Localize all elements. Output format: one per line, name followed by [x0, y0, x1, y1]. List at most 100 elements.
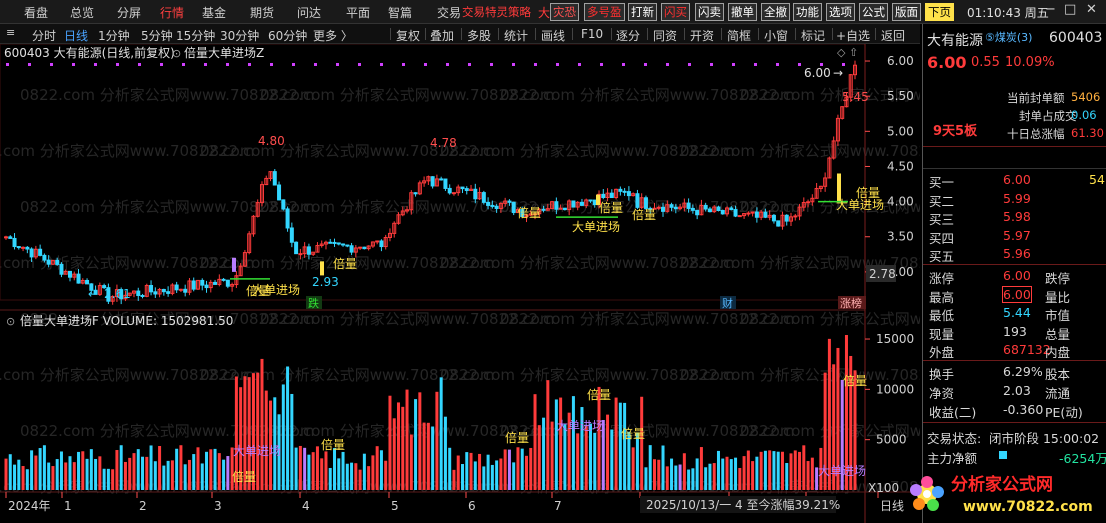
volume-bar	[98, 456, 102, 490]
tool-chedan[interactable]: 撤单	[728, 3, 757, 21]
menu-kanpan[interactable]: 看盘	[24, 4, 48, 21]
volume-bar	[584, 426, 588, 490]
order-book-row[interactable]: 买三 5.98	[923, 209, 1106, 227]
close-icon[interactable]: ✕	[1086, 2, 1097, 17]
volume-bar	[699, 447, 703, 490]
volume-bar	[661, 445, 665, 490]
menu-wenda[interactable]: 问达	[297, 4, 321, 21]
tag-die[interactable]: 跌	[308, 296, 319, 310]
tool-gongneng[interactable]: 功能	[793, 3, 822, 21]
period-60min[interactable]: 60分钟	[268, 27, 307, 44]
period-more[interactable]: 更多 〉	[313, 27, 353, 44]
order-book-row[interactable]: 买一 6.00 54	[923, 172, 1106, 190]
volume-bar	[542, 417, 546, 490]
period-5min[interactable]: 5分钟	[141, 27, 173, 44]
tool-duohaoying[interactable]: 多号盈	[584, 3, 625, 21]
menu-jiaoyi[interactable]: 交易	[437, 4, 461, 21]
period-15min[interactable]: 15分钟	[176, 27, 215, 44]
volume-bar	[618, 402, 622, 490]
tool-xuanxiang[interactable]: 选项	[826, 3, 855, 21]
menu-zhipian[interactable]: 智篇	[388, 4, 412, 21]
volume-bar	[414, 399, 418, 490]
menu-pingmian[interactable]: 平面	[346, 4, 370, 21]
indicator-toggle-icon[interactable]: ⊙	[172, 47, 181, 60]
chart-nav-icon[interactable]: ◇ ⇧	[837, 46, 858, 59]
tag-cai[interactable]: 财	[722, 296, 733, 310]
order-book-row[interactable]: 买四 5.97	[923, 228, 1106, 246]
tool-banmian[interactable]: 版面	[892, 3, 921, 21]
menu-qihuo[interactable]: 期货	[250, 4, 274, 21]
signal-dadan-3: 大单进场	[836, 198, 884, 212]
marker-dot	[666, 63, 669, 66]
last-price: 6.00	[927, 53, 967, 72]
candle-body	[85, 279, 90, 285]
minimize-icon[interactable]: −	[1045, 2, 1056, 17]
btn-jiankuang[interactable]: 简框	[727, 27, 751, 44]
order-book-row[interactable]: 买五 5.96	[923, 246, 1106, 264]
candle-body	[332, 241, 337, 244]
candle-body	[272, 171, 277, 186]
period-30min[interactable]: 30分钟	[220, 27, 259, 44]
tool-shanmai-buy[interactable]: 闪买	[661, 3, 690, 21]
btn-kaizi[interactable]: 开资	[690, 27, 714, 44]
marker-dot	[688, 63, 691, 66]
signal-beiliang-6: 倍量	[856, 185, 880, 200]
volume-toggle-icon[interactable]: ⊙	[6, 315, 15, 328]
candle-body	[8, 236, 13, 239]
period-fenshi[interactable]: 分时	[32, 27, 56, 44]
volume-bar	[298, 445, 302, 490]
tool-daxin[interactable]: 打新	[628, 3, 657, 21]
btn-f10[interactable]: F10	[581, 27, 603, 41]
volume-bar	[763, 450, 767, 490]
tool-shanmai-sell[interactable]: 闪卖	[695, 3, 724, 21]
btn-fanhui[interactable]: 返回	[881, 27, 905, 44]
marker-dot	[468, 63, 471, 66]
kline-chart[interactable]: 0822.com 分析家公式网www.70822.com 0822.com 分析家…	[0, 44, 920, 523]
ticker-strategy[interactable]: 交易特灵策略	[462, 4, 531, 20]
high-label-2: 4.78	[430, 136, 457, 150]
btn-huaxian[interactable]: 画线	[541, 27, 565, 44]
volume-bar	[94, 458, 98, 490]
menu-hangqing[interactable]: 行情	[160, 4, 184, 21]
marker-dot	[72, 63, 75, 66]
period-1min[interactable]: 1分钟	[98, 27, 130, 44]
flow-square-icon	[999, 451, 1007, 459]
stat-label: 最高	[929, 289, 955, 305]
tool-gongshi[interactable]: 公式	[859, 3, 888, 21]
indicator-name[interactable]: 倍量大单进场Z	[184, 45, 264, 60]
tool-zaikong[interactable]: 灾恐	[550, 3, 579, 21]
candle-body	[204, 284, 209, 289]
menu-fenping[interactable]: 分屏	[117, 4, 141, 21]
btn-tongzi[interactable]: 同资	[653, 27, 677, 44]
volume-bar	[678, 464, 682, 490]
btn-duogu[interactable]: 多股	[467, 27, 491, 44]
tool-xiaye[interactable]: 下页	[925, 3, 954, 21]
period-rixian[interactable]: 日线	[64, 27, 88, 44]
trade-state: 闭市阶段 15:00:02	[989, 431, 1100, 446]
marker-dot	[402, 63, 405, 66]
menu-zonglan[interactable]: 总览	[70, 4, 94, 21]
order-label: 买二	[929, 193, 955, 209]
volume-bar	[478, 453, 482, 490]
btn-zhufen[interactable]: 逐分	[616, 27, 640, 44]
btn-tongji[interactable]: 统计	[504, 27, 528, 44]
marker-dot	[380, 63, 383, 66]
btn-add-watchlist[interactable]: +自选	[836, 27, 870, 44]
volume-bar	[652, 459, 656, 490]
order-label: 买五	[929, 249, 955, 264]
btn-diejia[interactable]: 叠加	[430, 27, 454, 44]
collapse-left-icon[interactable]: ≡	[6, 26, 15, 39]
seal-value: 5406	[1071, 90, 1101, 104]
menu-jijin[interactable]: 基金	[202, 4, 226, 21]
btn-fuquan[interactable]: 复权	[396, 27, 420, 44]
sector-tag[interactable]: ⑤煤炭(3)	[985, 29, 1032, 45]
order-book-row[interactable]: 买二 5.99	[923, 191, 1106, 209]
volume-bar	[665, 466, 669, 490]
tool-quanche[interactable]: 全撤	[761, 3, 790, 21]
btn-xiaochuang[interactable]: 小窗	[764, 27, 788, 44]
maximize-icon[interactable]: □	[1064, 2, 1076, 17]
tag-zhangbang[interactable]: 涨榜	[840, 296, 862, 310]
btn-biaoji[interactable]: 标记	[801, 27, 825, 44]
volume-bar	[537, 425, 541, 490]
ticker-prefix: 大	[538, 6, 551, 20]
